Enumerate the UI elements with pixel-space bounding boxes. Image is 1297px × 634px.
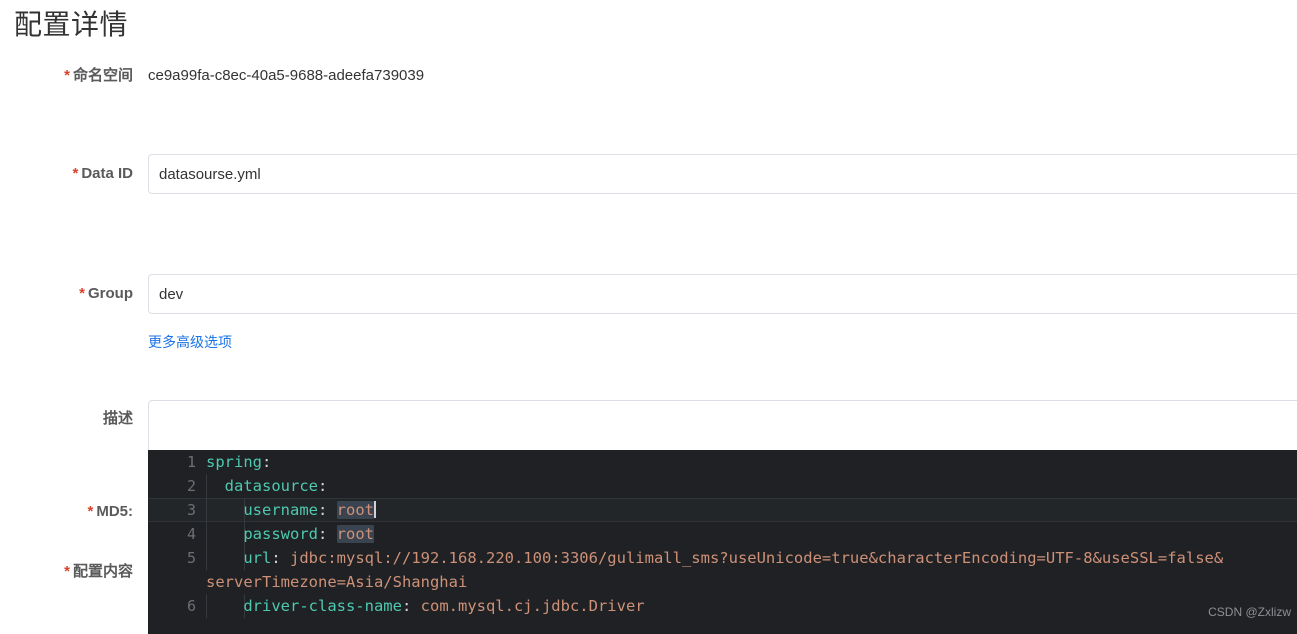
code-text[interactable]: datasource:	[206, 474, 328, 498]
label-description: 描述	[0, 409, 133, 429]
code-line[interactable]: 2 datasource:	[148, 474, 1297, 498]
code-text[interactable]: serverTimezone=Asia/Shanghai	[206, 570, 467, 594]
more-advanced-options-link[interactable]: 更多高级选项	[148, 334, 232, 350]
label-group: * Group	[0, 284, 133, 304]
control-namespace: ce9a99fa-c8ec-40a5-9688-adeefa739039	[148, 66, 1297, 86]
code-line-wrapped[interactable]: serverTimezone=Asia/Shanghai	[148, 570, 1297, 594]
yaml-key: password	[243, 525, 318, 543]
editor-lines[interactable]: 1 spring: 2 datasource: 3 username: root 4 p…	[148, 450, 1297, 634]
line-number: 1	[186, 453, 196, 471]
yaml-value: root	[336, 525, 374, 543]
yaml-value: root	[336, 501, 374, 519]
yaml-colon: :	[317, 525, 328, 543]
code-line[interactable]: 1 spring:	[148, 450, 1297, 474]
code-text[interactable]: spring:	[206, 450, 271, 474]
yaml-colon: :	[262, 453, 272, 471]
yaml-colon: :	[271, 549, 281, 567]
line-number: 2	[186, 477, 196, 495]
control-advanced: 更多高级选项	[148, 332, 1297, 352]
yaml-key: url	[243, 549, 272, 567]
line-number: 6	[186, 597, 196, 615]
yaml-key: driver-class-name	[243, 597, 402, 615]
config-detail-form: * 命名空间 ce9a99fa-c8ec-40a5-9688-adeefa7390…	[0, 56, 1297, 580]
yaml-value: com.mysql.cj.jdbc.Driver	[420, 597, 645, 615]
label-data-id: * Data ID	[0, 164, 133, 184]
code-text[interactable]: username: root	[206, 498, 376, 522]
yaml-value: serverTimezone=Asia/Shanghai	[206, 573, 468, 591]
required-asterisk-md5: *	[87, 503, 94, 520]
label-md5: * MD5:	[0, 502, 133, 522]
group-input[interactable]	[148, 274, 1297, 314]
yaml-colon: :	[318, 477, 328, 495]
line-number: 3	[186, 501, 196, 519]
page-title: 配置详情	[14, 9, 129, 40]
code-text[interactable]: password: root	[206, 522, 374, 546]
code-text[interactable]: driver-class-name: com.mysql.cj.jdbc.Dri…	[206, 594, 645, 618]
config-content-editor[interactable]: 1 spring: 2 datasource: 3 username: root 4 p…	[148, 450, 1297, 634]
required-asterisk-data-id: *	[72, 165, 79, 182]
yaml-colon: :	[401, 597, 412, 615]
form-row-data-id: * Data ID	[0, 96, 1297, 194]
code-line[interactable]: 3 username: root	[148, 498, 1297, 522]
yaml-key: datasource	[224, 477, 318, 495]
code-text[interactable]: url: jdbc:mysql://192.168.220.100:3306/g…	[206, 546, 1223, 570]
code-line[interactable]: 5 url: jdbc:mysql://192.168.220.100:3306…	[148, 546, 1297, 570]
label-namespace: * 命名空间	[0, 66, 133, 86]
label-config-content-text: 配置内容	[72, 563, 133, 580]
control-group	[148, 274, 1297, 314]
code-line[interactable]: 6 driver-class-name: com.mysql.cj.jdbc.D…	[148, 594, 1297, 618]
data-id-input[interactable]	[148, 154, 1297, 194]
label-group-text: Group	[88, 285, 133, 302]
form-row-namespace: * 命名空间 ce9a99fa-c8ec-40a5-9688-adeefa7390…	[0, 56, 1297, 96]
yaml-key: spring	[206, 453, 262, 471]
code-line[interactable]: 4 password: root	[148, 522, 1297, 546]
watermark: CSDN @Zxlizw	[1208, 605, 1291, 619]
yaml-value: jdbc:mysql://192.168.220.100:3306/gulima…	[290, 549, 1224, 567]
line-number: 5	[186, 549, 196, 567]
required-asterisk-namespace: *	[64, 67, 70, 84]
required-asterisk-content: *	[64, 563, 70, 580]
yaml-colon: :	[317, 501, 328, 519]
label-md5-text: MD5:	[96, 503, 133, 520]
label-namespace-text: 命名空间	[72, 67, 133, 84]
text-cursor	[374, 501, 376, 518]
required-asterisk-group: *	[79, 285, 85, 302]
label-config-content: * 配置内容	[0, 562, 133, 582]
yaml-key: username	[243, 501, 318, 519]
line-number: 4	[186, 525, 196, 543]
label-data-id-text: Data ID	[81, 165, 133, 182]
control-data-id	[148, 154, 1297, 194]
namespace-value: ce9a99fa-c8ec-40a5-9688-adeefa739039	[148, 67, 425, 84]
label-description-text: 描述	[102, 410, 133, 427]
